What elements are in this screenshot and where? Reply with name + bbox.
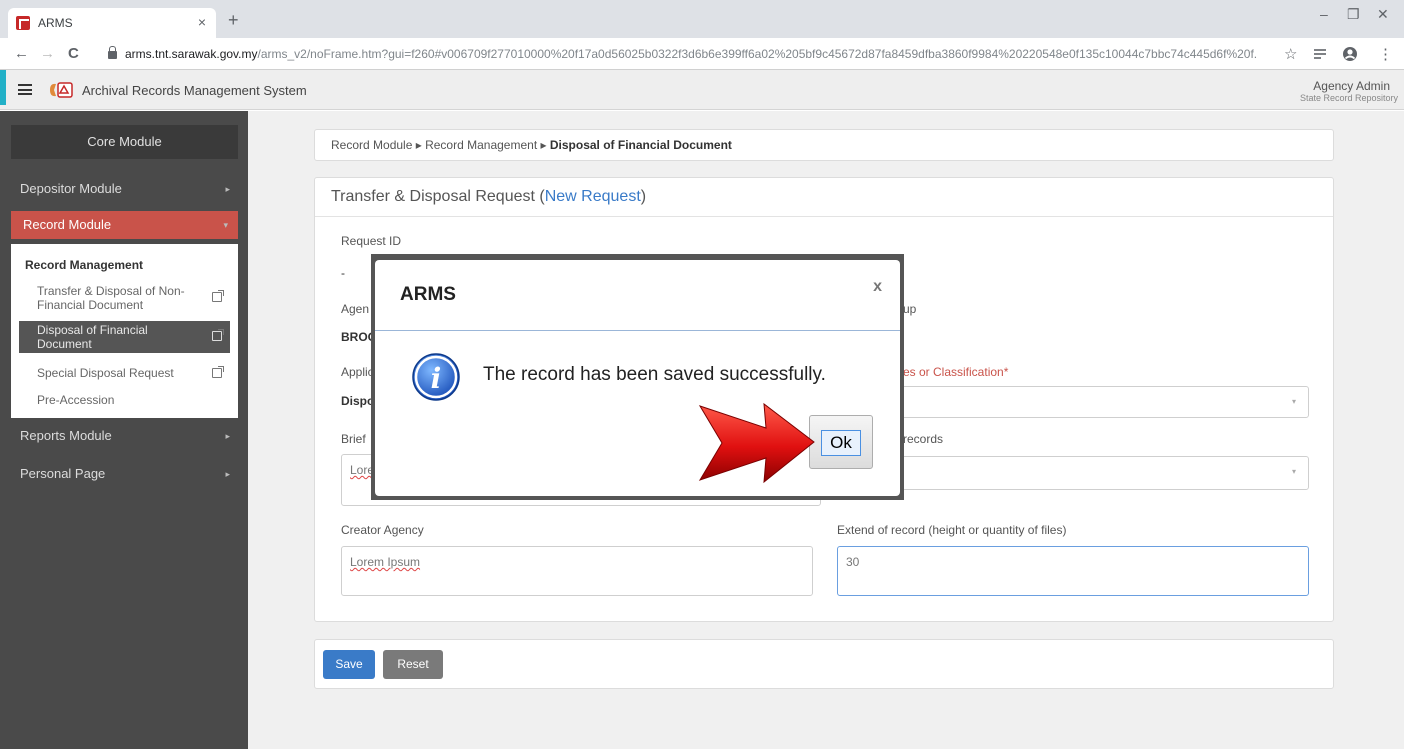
submenu-item-label: Pre-Accession — [37, 393, 115, 407]
reading-list-icon[interactable] — [1313, 47, 1327, 61]
agency-label: Agen — [341, 302, 370, 316]
new-tab-icon[interactable]: + — [228, 10, 239, 31]
ok-button[interactable]: Ok — [809, 415, 873, 469]
arms-logo-icon — [50, 82, 73, 98]
panel-title: Transfer & Disposal Request (New Request… — [331, 188, 646, 206]
sidebar-item-label: Depositor Module — [20, 181, 122, 196]
dialog-divider — [375, 330, 900, 331]
url-path: /arms_v2/noFrame.htm?gui=f260#v006709f27… — [257, 47, 1258, 61]
ok-button-label: Ok — [821, 430, 861, 456]
restore-icon[interactable]: ❐ — [1347, 6, 1360, 23]
caret-down-icon: ▾ — [1291, 397, 1296, 406]
info-icon: i — [412, 353, 460, 401]
submenu-item-pre-accession[interactable]: Pre-Accession — [19, 393, 230, 411]
app-title: Archival Records Management System — [82, 83, 307, 98]
browser-tab[interactable]: ARMS × — [8, 8, 216, 38]
red-pointer-arrow-icon — [698, 402, 815, 484]
extent-field[interactable]: 30 — [837, 546, 1309, 596]
url-field[interactable]: arms.tnt.sarawak.gov.my/arms_v2/noFrame.… — [108, 44, 1258, 64]
breadcrumb-item[interactable]: Record Management — [425, 138, 537, 152]
panel-title-prefix: Transfer & Disposal Request ( — [331, 188, 545, 205]
sidebar-item-depositor-module[interactable]: Depositor Module ▸ — [8, 175, 240, 203]
chevron-down-icon: ▾ — [223, 220, 228, 230]
lock-icon — [108, 46, 117, 59]
panel-title-suffix: ) — [640, 188, 647, 205]
external-link-icon — [212, 366, 224, 378]
sidebar-item-label: Record Module — [23, 217, 112, 232]
reload-icon[interactable]: C — [68, 45, 79, 62]
profile-icon[interactable] — [1342, 46, 1358, 62]
star-icon[interactable]: ☆ — [1284, 45, 1297, 63]
breadcrumb: Record Module ▸ Record Management ▸ Disp… — [314, 129, 1334, 161]
app-header: Archival Records Management System Agenc… — [0, 70, 1404, 110]
save-button[interactable]: Save — [323, 650, 375, 679]
extent-value: 30 — [846, 555, 860, 569]
back-icon[interactable]: ← — [14, 45, 29, 62]
panel-divider — [315, 216, 1333, 217]
submenu-item-label: Transfer & Disposal of Non-Financial Doc… — [37, 284, 185, 312]
sidebar-item-record-module[interactable]: Record Module ▾ — [11, 211, 238, 239]
tab-close-icon[interactable]: × — [198, 14, 206, 30]
breadcrumb-item[interactable]: Record Module — [331, 138, 412, 152]
submenu-item-disposal-financial[interactable]: Disposal of Financial Document — [19, 321, 230, 353]
core-module-header[interactable]: Core Module — [11, 125, 238, 159]
browser-tab-bar: ARMS × + – ❐ ✕ — [0, 0, 1404, 38]
external-link-icon — [212, 329, 224, 341]
reset-button[interactable]: Reset — [383, 650, 443, 679]
minimize-icon[interactable]: – — [1320, 6, 1328, 22]
request-id-value: - — [341, 266, 345, 280]
user-role: State Record Repository — [1299, 93, 1398, 103]
sidebar-item-reports-module[interactable]: Reports Module ▸ — [8, 422, 240, 450]
series-classification-select[interactable]: ▾ — [837, 386, 1309, 418]
dialog-message: The record has been saved successfully. — [483, 364, 826, 385]
user-name[interactable]: Agency Admin — [1313, 79, 1390, 93]
submenu-item-label: Disposal of Financial Document — [37, 323, 148, 351]
creator-agency-value: Lorem Ipsum — [350, 555, 421, 569]
forward-icon[interactable]: → — [40, 45, 55, 62]
application-label: Applic — [341, 365, 374, 379]
brief-description-label: Brief — [341, 432, 366, 446]
extent-label: Extend of record (height or quantity of … — [837, 523, 1067, 537]
new-request-link: New Request — [544, 188, 641, 205]
group-label: up — [903, 302, 917, 316]
hamburger-menu-icon[interactable] — [18, 84, 32, 95]
breadcrumb-separator-icon: ▸ — [415, 138, 422, 152]
creator-agency-label: Creator Agency — [341, 523, 424, 537]
chevron-right-icon: ▸ — [225, 431, 230, 441]
browser-menu-icon[interactable]: ⋮ — [1378, 45, 1393, 63]
records-label: records — [903, 432, 944, 446]
success-dialog: ARMS x i The record has been saved succe… — [375, 260, 900, 496]
submenu-item-transfer-disposal-non-financial[interactable]: Transfer & Disposal of Non-Financial Doc… — [19, 282, 230, 314]
records-select[interactable]: ▾ — [837, 456, 1309, 490]
address-bar: ← → C arms.tnt.sarawak.gov.my/arms_v2/no… — [0, 38, 1404, 70]
series-classification-label: es or Classification* — [903, 365, 1009, 379]
url-domain: arms.tnt.sarawak.gov.my — [125, 47, 258, 61]
external-link-icon — [212, 290, 224, 302]
chevron-right-icon: ▸ — [225, 469, 230, 479]
application-value: Dispo — [341, 394, 375, 408]
submenu-heading: Record Management — [25, 258, 144, 272]
info-glyph: i — [431, 362, 442, 395]
request-id-label: Request ID — [341, 234, 402, 248]
submenu-item-special-disposal[interactable]: Special Disposal Request — [19, 366, 230, 384]
form-actions: Save Reset — [314, 639, 1334, 689]
dialog-title: ARMS — [400, 284, 456, 305]
sidebar-item-personal-page[interactable]: Personal Page ▸ — [8, 460, 240, 488]
breadcrumb-separator-icon: ▸ — [540, 138, 547, 152]
creator-agency-field[interactable]: Lorem Ipsum — [341, 546, 813, 596]
record-module-submenu: Record Management Transfer & Disposal of… — [11, 244, 238, 418]
caret-down-icon: ▾ — [1291, 467, 1296, 476]
sidebar-item-label: Personal Page — [20, 466, 106, 481]
arms-favicon-icon — [16, 16, 30, 30]
left-accent-strip — [0, 70, 6, 105]
window-close-icon[interactable]: ✕ — [1377, 6, 1389, 23]
tab-title: ARMS — [38, 16, 73, 30]
sidebar-item-label: Reports Module — [20, 428, 112, 443]
breadcrumb-current: Disposal of Financial Document — [549, 138, 732, 152]
chevron-right-icon: ▸ — [225, 184, 230, 194]
submenu-item-label: Special Disposal Request — [37, 366, 174, 380]
sidebar: Core Module Depositor Module ▸ Record Mo… — [0, 111, 248, 749]
dialog-close-icon[interactable]: x — [873, 278, 882, 296]
